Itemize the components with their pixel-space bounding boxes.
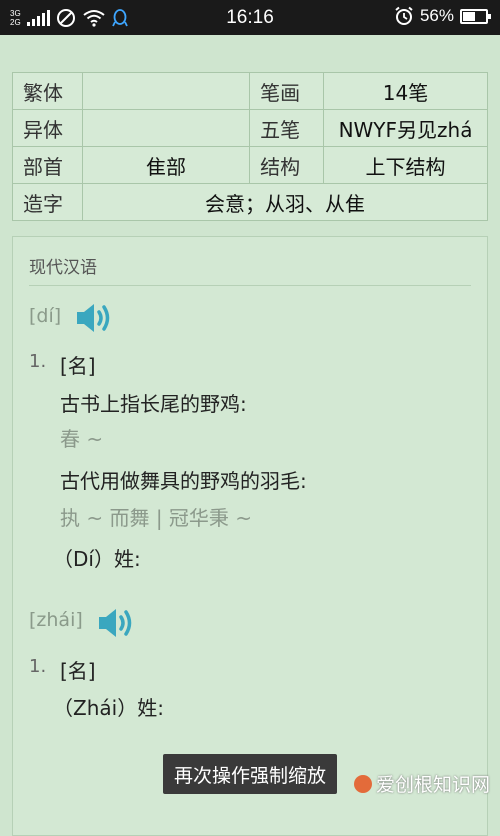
- watermark-text: 爱创根知识网: [375, 774, 490, 796]
- variant-label: 异体: [12, 109, 83, 147]
- definition: 古书上指长尾的野鸡:: [60, 392, 247, 416]
- watermark: 爱创根知识网: [353, 770, 490, 797]
- speaker-icon[interactable]: [97, 606, 137, 640]
- speaker-icon[interactable]: [75, 301, 115, 335]
- sense-number: 1.: [29, 656, 47, 677]
- table-row: 繁体 笔画 14笔: [12, 72, 488, 110]
- stroke-count-value: 14笔: [323, 72, 488, 110]
- wubi-label: 五笔: [249, 109, 325, 147]
- dictionary-panel: 现代汉语 [dí] 1. [名] 古书上指长尾的野鸡: 春 ~ 古代用做舞具的野…: [12, 236, 488, 836]
- battery-percent: 56%: [419, 6, 454, 25]
- status-bar: 3G 2G 16:16 56%: [0, 0, 500, 35]
- formation-value: 会意；从羽、从隹: [81, 183, 489, 221]
- panel-title: 现代汉语: [29, 258, 97, 278]
- battery-icon: [460, 8, 491, 24]
- radical-value: 隹部: [81, 146, 251, 184]
- character-info-table: 繁体 笔画 14笔 异体 五笔 NWYF另见zhá 部首 隹部 结构 上下结构 …: [12, 72, 489, 221]
- surname-note: （Zhái）姓:: [53, 696, 164, 720]
- status-right: 56%: [394, 6, 491, 26]
- traditional-label: 繁体: [12, 72, 83, 110]
- part-of-speech: [名]: [60, 354, 96, 378]
- variant-value: [81, 109, 251, 147]
- zoom-toast: 再次操作强制缩放: [163, 754, 337, 794]
- example: 春 ~: [60, 427, 104, 451]
- wubi-value: NWYF另见zhá: [323, 109, 488, 147]
- structure-value: 上下结构: [323, 146, 488, 184]
- pinyin-zhai: [zhái]: [29, 609, 83, 631]
- table-row: 异体 五笔 NWYF另见zhá: [12, 109, 488, 147]
- traditional-value: [81, 72, 251, 110]
- radical-label: 部首: [12, 146, 83, 184]
- alarm-icon: [395, 6, 413, 25]
- formation-label: 造字: [12, 183, 83, 221]
- watermark-logo-icon: [353, 774, 372, 793]
- example: 执 ~ 而舞 | 冠华秉 ~: [60, 506, 253, 530]
- pinyin-di: [dí]: [29, 305, 62, 327]
- table-row: 造字 会意；从羽、从隹: [12, 183, 489, 221]
- structure-label: 结构: [249, 146, 325, 184]
- table-row: 部首 隹部 结构 上下结构: [12, 146, 488, 184]
- definition: 古代用做舞具的野鸡的羽毛:: [60, 469, 307, 493]
- stroke-count-label: 笔画: [249, 72, 325, 110]
- sense-number: 1.: [29, 351, 47, 372]
- divider: [29, 285, 471, 286]
- surname-note: （Dí）姓:: [53, 547, 141, 571]
- part-of-speech: [名]: [60, 659, 96, 683]
